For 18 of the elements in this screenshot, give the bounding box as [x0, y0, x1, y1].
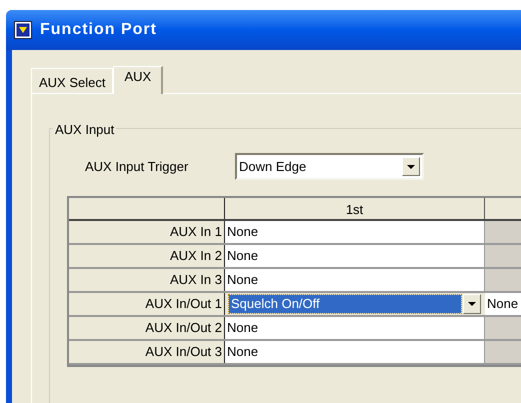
tab[interactable]: AUX Select	[31, 68, 114, 93]
caret-icon	[468, 302, 476, 306]
trigger-dropdown[interactable]: Down Edge	[235, 153, 424, 180]
table-cell: None	[225, 245, 485, 267]
tab[interactable]: AUX	[113, 66, 164, 94]
table-cell: None	[225, 269, 485, 291]
column-header: 1st	[225, 198, 485, 219]
caret-icon	[407, 164, 415, 168]
dropdown-button[interactable]	[402, 157, 420, 176]
cell-value: Squelch On/Off	[229, 295, 461, 313]
window-title: Function Port	[40, 20, 157, 40]
app-icon	[14, 21, 32, 39]
dropdown-button[interactable]	[463, 294, 481, 314]
table-cell: None	[225, 341, 485, 363]
table-cell: None	[485, 293, 521, 315]
table-cell: None	[225, 221, 485, 243]
table-cell: None	[225, 317, 485, 339]
trigger-label: AUX Input Trigger	[85, 158, 190, 176]
